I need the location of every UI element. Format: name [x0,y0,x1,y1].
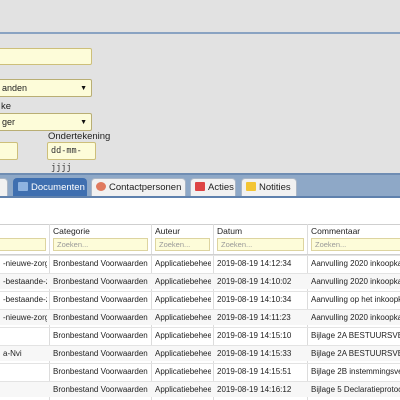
column-header-categorie[interactable]: Categorie [53,226,90,236]
header-band [0,0,400,32]
table-row[interactable]: -bestaande-z... Bronbestand Voorwaarden Ap… [0,273,400,289]
table-cell: 2019-08-19 14:10:34 [217,295,292,304]
table-cell: Applicatiebeheer... [155,295,211,304]
select-field-1-value: anden [2,83,28,93]
tab-notities[interactable]: Notities [241,178,297,197]
table-cell: a-Nvi [3,349,22,358]
form-panel: anden ▼ ke ger ▼ Ondertekening dd-mm-jjj… [0,34,400,174]
select-field-2-value: ger [2,117,16,127]
contacts-icon [96,182,106,191]
table-cell: Bijlage 2A BESTUURSVERKLARING [311,349,400,358]
filter-input-commentaar[interactable]: Zoeken... [311,238,400,251]
table-cell: 2019-08-19 14:12:34 [217,259,292,268]
table-row[interactable]: Bronbestand Voorwaarden Applicatiebeheer.… [0,363,400,379]
table-cell: Bronbestand Voorwaarden [53,313,148,322]
table-cell: Bijlage 2A BESTUURSVERKLARING [311,331,400,340]
ondertekening-date-field[interactable]: dd-mm-jjjj [47,142,96,173]
table-cell: 2019-08-19 14:15:10 [217,331,292,340]
tab-acties-label: Acties [208,182,234,193]
table-cell: Aanvulling 2020 inkoopkader [311,259,400,268]
note-icon [246,182,256,191]
table-cell: 2019-08-19 14:16:12 [217,385,292,394]
tab-content-border [0,196,400,198]
table-cell: -nieuwe-zorg... [3,313,47,322]
tab-partial[interactable] [0,178,8,197]
select-field-1[interactable]: anden ▼ [0,79,92,97]
table-cell: -bestaande-z... [3,277,47,286]
table-row[interactable]: -nieuwe-zorg... Bronbestand Voorwaarden Ap… [0,255,400,271]
filter-input-naam[interactable] [0,238,46,251]
column-header-datum[interactable]: Datum [217,226,242,236]
text-field[interactable] [0,48,92,65]
filter-input-categorie[interactable]: Zoeken... [53,238,148,251]
table-cell: Bronbestand Voorwaarden [53,367,148,376]
table-row[interactable]: a-Nvi Bronbestand Voorwaarden Applicatiebe… [0,345,400,361]
actions-icon [195,182,205,191]
table-row[interactable]: Bronbestand Voorwaarden Applicatiebeheer.… [0,381,400,397]
table-cell: Bijlage 5 Declaratieprotocol V [311,385,400,394]
tab-notities-label: Notities [259,182,291,193]
column-header-commentaar[interactable]: Commentaar [311,226,360,236]
tab-contactpersonen[interactable]: Contactpersonen [91,178,186,197]
table-cell: Applicatiebeheer... [155,277,211,286]
table-cell: Aanvulling op het inkoopkader [311,295,400,304]
table-cell: 2019-08-19 14:10:02 [217,277,292,286]
column-header-auteur[interactable]: Auteur [155,226,180,236]
document-icon [18,182,28,191]
table-cell: 2019-08-19 14:15:51 [217,367,292,376]
table-cell: Applicatiebeheer... [155,259,211,268]
tab-documenten-label: Documenten [31,182,85,193]
ondertekening-label: Ondertekening [48,131,111,142]
tab-documenten[interactable]: Documenten [13,178,87,197]
tab-bar: Documenten Contactpersonen Acties Notiti… [0,175,400,197]
table-cell: Bronbestand Voorwaarden [53,349,148,358]
table-cell: Applicatiebeheer... [155,313,211,322]
table-cell: -bestaande-z... [3,295,47,304]
table-row[interactable]: -nieuwe-zorg... Bronbestand Voorwaarden Ap… [0,309,400,325]
table-cell: Aanvulling 2020 inkoopkader [311,313,400,322]
table-cell: Bronbestand Voorwaarden [53,259,148,268]
filter-input-datum[interactable]: Zoeken... [217,238,304,251]
table-cell: Bronbestand Voorwaarden [53,385,148,394]
table-cell: 2019-08-19 14:15:33 [217,349,292,358]
table-cell: Applicatiebeheer... [155,331,211,340]
table-top-border [0,224,400,225]
select-arrow-icon: ▼ [80,85,87,92]
tab-acties[interactable]: Acties [190,178,236,197]
select-field-2[interactable]: ger ▼ [0,113,92,131]
table-row[interactable]: -bestaande-z... Bronbestand Voorwaarden Ap… [0,291,400,307]
table-cell: Bronbestand Voorwaarden [53,295,148,304]
table-cell: -nieuwe-zorg... [3,259,47,268]
table-cell: Applicatiebeheer... [155,385,211,394]
table-cell: Applicatiebeheer... [155,349,211,358]
tab-contactpersonen-label: Contactpersonen [109,182,182,193]
table-cell: 2019-08-19 14:11:23 [217,313,291,322]
table-cell: Bronbestand Voorwaarden [53,331,148,340]
filter-input-auteur[interactable]: Zoeken... [155,238,210,251]
table-row[interactable]: Bronbestand Voorwaarden Applicatiebeheer.… [0,327,400,343]
table-cell: Bronbestand Voorwaarden [53,277,148,286]
table-cell: Aanvulling 2020 inkoopkader [311,277,400,286]
field-label: ke [1,101,12,112]
date-field-left[interactable] [0,142,18,160]
select-arrow-icon: ▼ [80,119,87,126]
table-cell: Applicatiebeheer... [155,367,211,376]
table-cell: Bijlage 2B instemmingsverklaring [311,367,400,376]
